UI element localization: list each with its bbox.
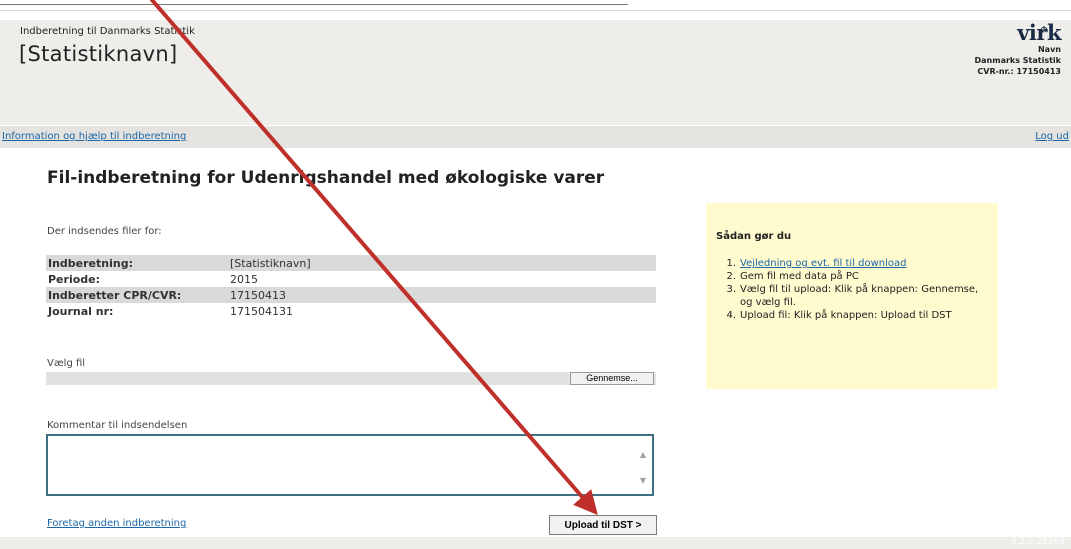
user-info: ♔ virk Navn Danmarks Statistik CVR-nr.: 1… [974,22,1062,77]
page-title: Fil-indberetning for Udenrigshandel med … [47,168,605,188]
help-step: 1. Vejledning og evt. fil til download [716,257,986,270]
scroll-up-icon[interactable]: ▲ [640,450,646,459]
cvr-number: CVR-nr.: 17150413 [977,67,1061,76]
header-subtitle: Indberetning til Danmarks Statistik [20,26,195,37]
step-number: 1. [726,258,736,269]
top-divider [0,4,628,5]
table-row: Periode: 2015 [46,271,656,287]
footer: 3.2.0.21163 [0,537,1071,549]
table-row: Indberetter CPR/CVR: 17150413 [46,287,656,303]
help-step: 3. Vælg fil til upload: Klik på knappen: … [716,283,986,309]
comment-textarea[interactable]: ▲ ▼ [46,434,654,496]
row-value: 17150413 [228,287,656,303]
table-row: Journal nr: 171504131 [46,303,656,319]
help-box: Sådan gør du 1. Vejledning og evt. fil ti… [706,203,998,389]
browse-button[interactable]: Gennemse... [570,372,654,385]
submission-subtitle: Der indsendes filer for: [47,226,162,237]
upload-button[interactable]: Upload til DST > [549,515,657,535]
help-step: 2. Gem fil med data på PC [716,270,986,283]
help-steps: 1. Vejledning og evt. fil til download 2.… [716,257,986,322]
scroll-down-icon[interactable]: ▼ [640,476,646,485]
guide-download-link[interactable]: Vejledning og evt. fil til download [740,257,986,270]
user-name: Navn [1037,45,1061,54]
other-submission-link[interactable]: Foretag anden indberetning [47,518,186,529]
top-bar [0,0,1071,11]
row-label: Indberetning: [46,255,228,271]
nav-bar: Information og hjælp til indberetning Lo… [0,126,1071,148]
step-number: 2. [726,271,736,282]
step-number: 4. [726,310,736,321]
row-label: Periode: [48,272,101,286]
file-label: Vælg fil [47,358,86,369]
info-help-link[interactable]: Information og hjælp til indberetning [2,131,186,142]
crown-icon: ♔ [1040,24,1047,34]
header: Indberetning til Danmarks Statistik [Sta… [0,20,1071,125]
row-label: Journal nr: [48,304,114,318]
logo-text: virk [1017,20,1061,45]
comment-label: Kommentar til indsendelsen [47,420,188,431]
step-text: Gem fil med data på PC [740,271,859,282]
file-path-input[interactable] [48,372,572,387]
version-label: 3.2.0.21163 [1010,537,1065,547]
step-number: 3. [726,284,736,295]
step-text: Upload fil: Klik på knappen: Upload til … [740,310,952,321]
row-value: 2015 [230,272,258,286]
row-value: [Statistiknavn] [228,255,656,271]
help-step: 4. Upload fil: Klik på knappen: Upload ti… [716,309,986,322]
logout-link[interactable]: Log ud [1035,131,1069,142]
step-text: Vælg fil til upload: Klik på knappen: Ge… [740,284,979,308]
info-table: Indberetning: [Statistiknavn] Periode: 201… [46,255,656,319]
file-picker: Gennemse... [46,372,656,387]
row-label: Indberetter CPR/CVR: [46,287,228,303]
virk-logo: ♔ virk [975,22,1061,44]
row-value: 171504131 [230,304,293,318]
header-title: [Statistiknavn] [19,42,178,66]
org-name: Danmarks Statistik [974,56,1061,65]
help-title: Sådan gør du [716,231,792,242]
table-row: Indberetning: [Statistiknavn] [46,255,656,271]
